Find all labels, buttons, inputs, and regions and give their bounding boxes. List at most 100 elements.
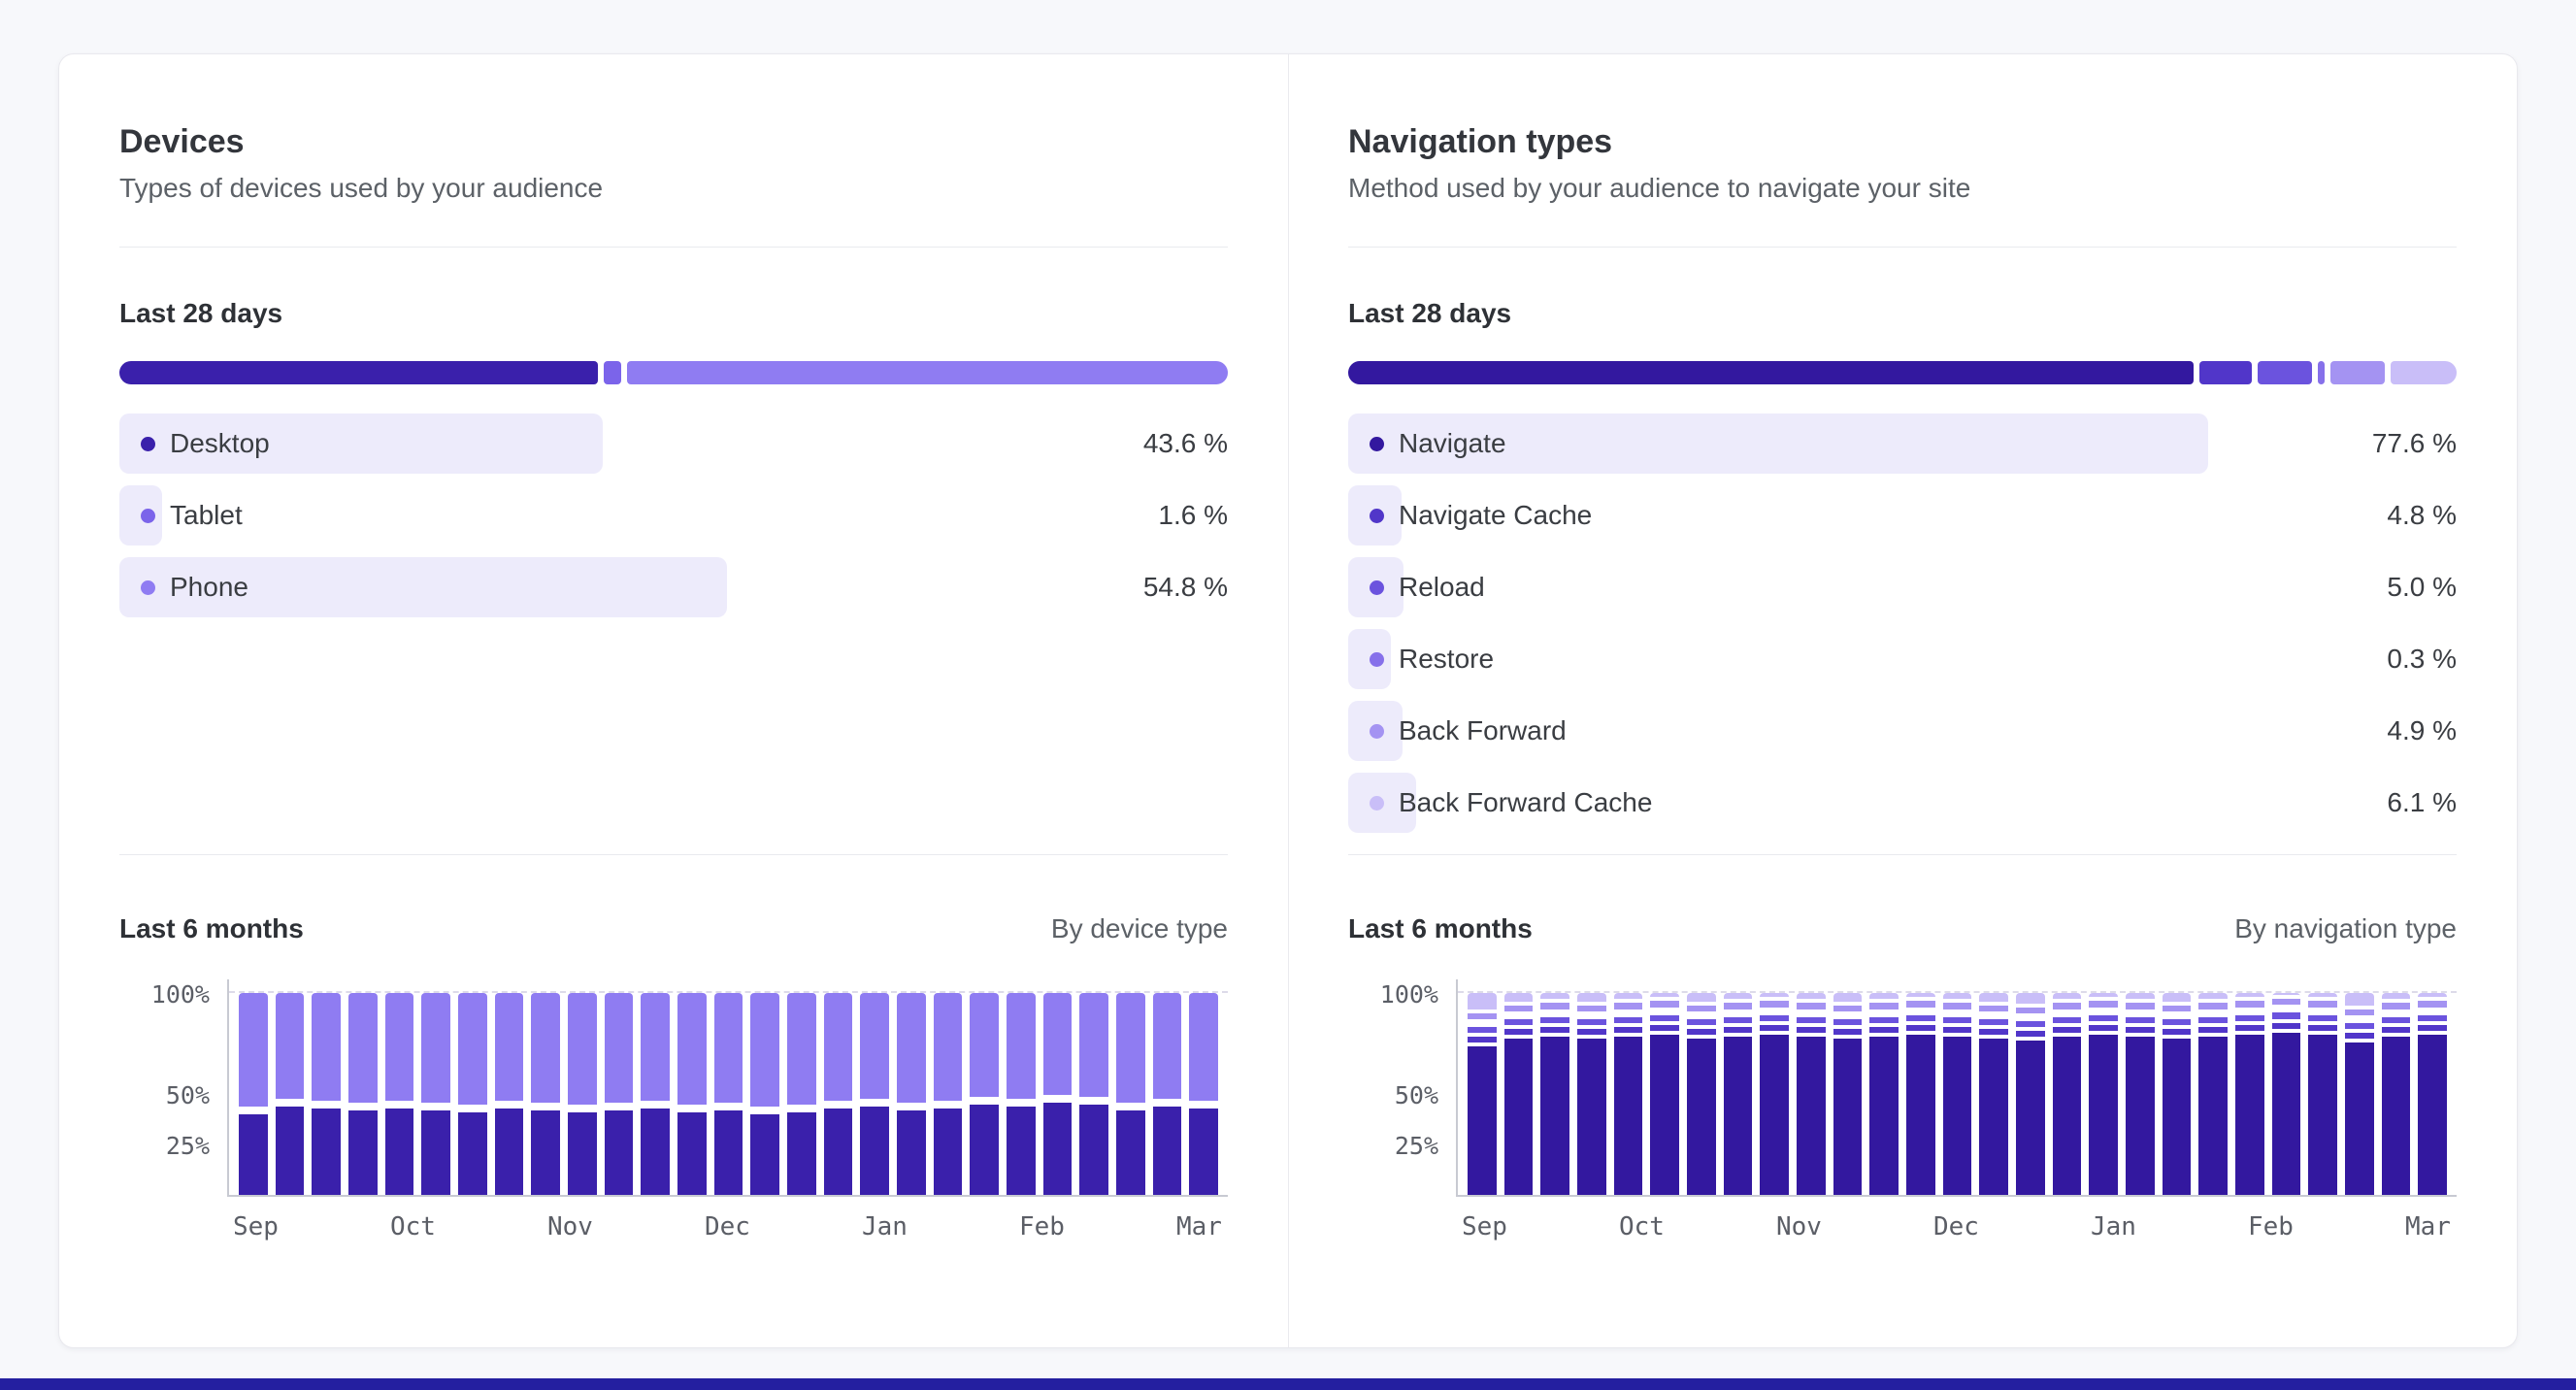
chart-bar[interactable] — [2016, 993, 2045, 1195]
chart-bar[interactable] — [1833, 993, 1863, 1195]
chart-bar-segment — [2382, 1003, 2411, 1012]
legend-label: Phone — [170, 572, 248, 603]
plot — [227, 979, 1228, 1197]
legend-row[interactable]: Desktop43.6 % — [119, 414, 1228, 474]
month-label: Nov — [1776, 1212, 1822, 1241]
chart-bar[interactable] — [495, 993, 524, 1195]
chart-bar-segment — [2089, 1015, 2118, 1025]
chart-bar[interactable] — [2089, 993, 2118, 1195]
chart-bar-segment — [1650, 1001, 1679, 1010]
distribution-segment — [1348, 361, 2194, 384]
chart-bar[interactable] — [1504, 993, 1534, 1195]
chart-bar[interactable] — [1540, 993, 1569, 1195]
chart-bar-segment — [2308, 1001, 2337, 1010]
chart-bar[interactable] — [824, 993, 853, 1195]
chart-bar[interactable] — [1687, 993, 1716, 1195]
chart-bar[interactable] — [239, 993, 268, 1195]
legend-row[interactable]: Tablet1.6 % — [119, 485, 1228, 546]
chart-bar[interactable] — [421, 993, 450, 1195]
chart-bar[interactable] — [750, 993, 779, 1195]
legend-dot — [141, 437, 155, 451]
chart-bar-segment — [1504, 993, 1534, 1006]
chart-bar[interactable] — [458, 993, 487, 1195]
chart-bar[interactable] — [312, 993, 341, 1195]
legend-row[interactable]: Navigate77.6 % — [1348, 414, 2457, 474]
legend-row[interactable]: Navigate Cache4.8 % — [1348, 485, 2457, 546]
legend-row[interactable]: Back Forward4.9 % — [1348, 701, 2457, 761]
legend-value: 4.9 % — [2387, 715, 2457, 746]
chart-bar[interactable] — [1979, 993, 2008, 1195]
chart-bar[interactable] — [714, 993, 743, 1195]
chart-bar[interactable] — [1079, 993, 1108, 1195]
chart-bar[interactable] — [970, 993, 999, 1195]
chart-bar[interactable] — [641, 993, 670, 1195]
chart-bar[interactable] — [860, 993, 889, 1195]
legend-row[interactable]: Reload5.0 % — [1348, 557, 2457, 617]
chart-bar[interactable] — [1869, 993, 1899, 1195]
chart-bar[interactable] — [568, 993, 597, 1195]
chart-bar-segment — [1153, 993, 1182, 1103]
chart-bar[interactable] — [2418, 993, 2447, 1195]
chart-bar[interactable] — [934, 993, 963, 1195]
chart-bar[interactable] — [2235, 993, 2264, 1195]
legend-row[interactable]: Phone54.8 % — [119, 557, 1228, 617]
chart-bar-segment — [1760, 1025, 1789, 1035]
chart-bar[interactable] — [1153, 993, 1182, 1195]
chart-bar[interactable] — [677, 993, 707, 1195]
chart-bar[interactable] — [1043, 993, 1073, 1195]
chart-bar[interactable] — [1906, 993, 1935, 1195]
chart-bar[interactable] — [2272, 993, 2301, 1195]
month-label: Mar — [2405, 1212, 2451, 1241]
chart-bar[interactable] — [1760, 993, 1789, 1195]
chart-bar[interactable] — [1724, 993, 1753, 1195]
chart-bar-segment — [1687, 1029, 1716, 1039]
month-label: Jan — [2091, 1212, 2136, 1241]
chart-bar[interactable] — [2382, 993, 2411, 1195]
chart-bar[interactable] — [1797, 993, 1826, 1195]
chart-bar[interactable] — [1007, 993, 1036, 1195]
chart-bar-segment — [2345, 1009, 2374, 1019]
page-title: Navigation types — [1348, 122, 2457, 162]
chart-bar-segment — [970, 1105, 999, 1195]
chart-bar-segment — [2053, 993, 2082, 1003]
chart-bar[interactable] — [787, 993, 816, 1195]
y-axis-label: 50% — [1395, 1083, 1438, 1109]
chart-bar-segment — [2126, 1027, 2155, 1037]
chart-bar-segment — [312, 1109, 341, 1195]
chart-bar[interactable] — [531, 993, 560, 1195]
legend-row[interactable]: Back Forward Cache6.1 % — [1348, 773, 2457, 833]
chart-bar[interactable] — [348, 993, 378, 1195]
chart-bar[interactable] — [1189, 993, 1218, 1195]
chart-bar-segment — [1043, 1103, 1073, 1195]
chart-bar[interactable] — [2308, 993, 2337, 1195]
month-label: Nov — [547, 1212, 593, 1241]
y-axis: 100%50%25% — [119, 995, 227, 1197]
chart-bar[interactable] — [1943, 993, 1972, 1195]
chart-bar-segment — [2345, 1042, 2374, 1195]
chart-bar[interactable] — [2053, 993, 2082, 1195]
chart-bar[interactable] — [1650, 993, 1679, 1195]
chart-bar[interactable] — [385, 993, 414, 1195]
chart-bar-segment — [860, 1107, 889, 1195]
chart-bar-segment — [1687, 993, 1716, 1006]
chart-bar[interactable] — [2163, 993, 2192, 1195]
chart-bar[interactable] — [2345, 993, 2374, 1195]
legend-dot — [141, 509, 155, 523]
legend-row[interactable]: Restore0.3 % — [1348, 629, 2457, 689]
chart-bar[interactable] — [1116, 993, 1145, 1195]
chart-bar[interactable] — [1468, 993, 1497, 1195]
legend-label: Reload — [1399, 572, 1485, 603]
legend-value: 0.3 % — [2387, 644, 2457, 675]
chart-bar[interactable] — [1577, 993, 1606, 1195]
chart-bar-segment — [239, 1114, 268, 1195]
chart-bar-segment — [1468, 1037, 1497, 1046]
month-label: Feb — [2248, 1212, 2294, 1241]
chart-bar-segment — [2126, 1017, 2155, 1027]
chart-bar[interactable] — [1614, 993, 1643, 1195]
chart-bar[interactable] — [2126, 993, 2155, 1195]
chart-bar[interactable] — [605, 993, 634, 1195]
chart-bar[interactable] — [897, 993, 926, 1195]
chart-bar-segment — [1724, 993, 1753, 1003]
chart-bar[interactable] — [276, 993, 305, 1195]
chart-bar[interactable] — [2198, 993, 2228, 1195]
